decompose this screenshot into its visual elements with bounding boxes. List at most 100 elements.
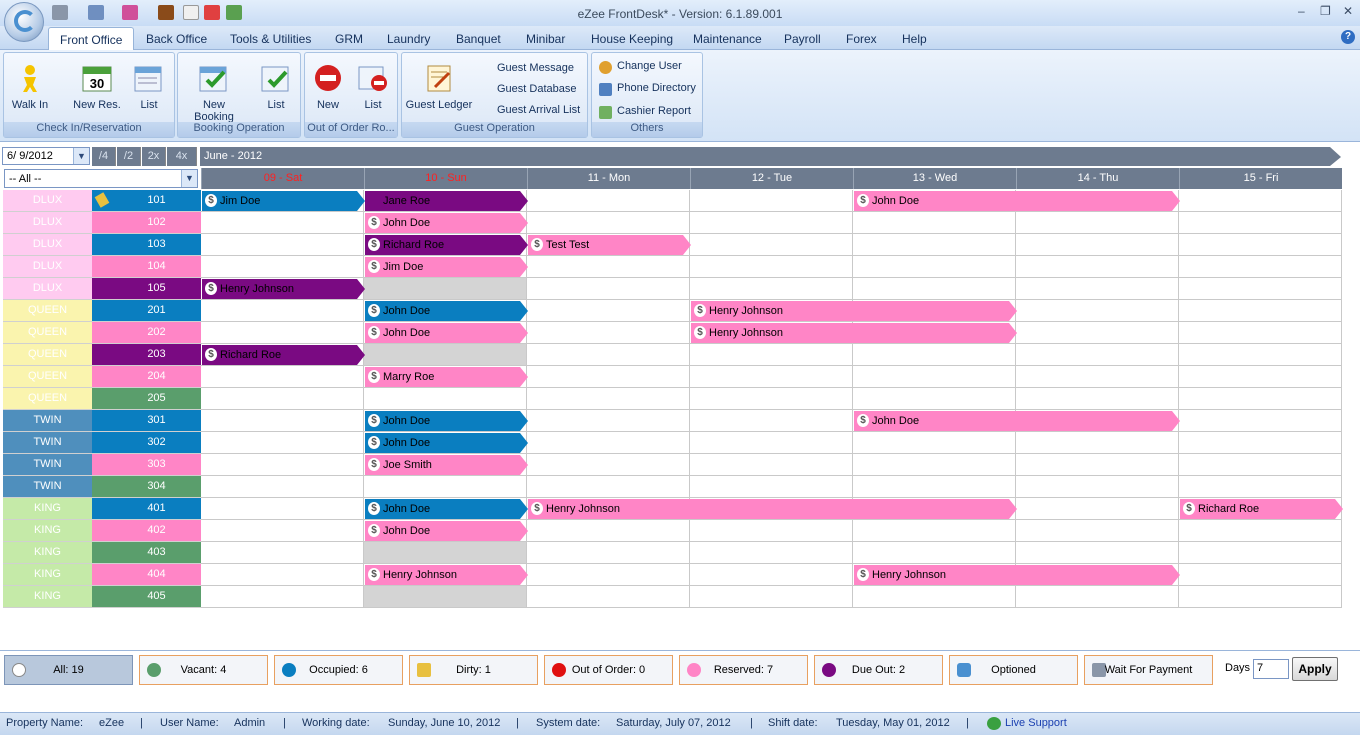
zoom-quadruple-button[interactable]: 4x	[167, 147, 197, 166]
booking-list-button[interactable]: List	[258, 57, 294, 111]
calendar-cell[interactable]	[690, 256, 853, 278]
room-number-cell[interactable]: 202	[112, 322, 201, 344]
calendar-cell[interactable]	[527, 432, 690, 454]
calendar-cell[interactable]	[201, 410, 364, 432]
room-number-cell[interactable]: 204	[112, 366, 201, 388]
calendar-cell[interactable]	[853, 476, 1016, 498]
calendar-cell[interactable]	[527, 454, 690, 476]
guest-database-button[interactable]: Guest Database	[497, 83, 577, 95]
booking-bar[interactable]: $ John Doe	[365, 213, 528, 233]
calendar-cell[interactable]	[201, 520, 364, 542]
calendar-cell[interactable]	[1016, 432, 1179, 454]
chevron-down-icon[interactable]: ▼	[181, 170, 197, 187]
room-number-cell[interactable]: 302	[112, 432, 201, 454]
calendar-cell[interactable]	[201, 564, 364, 586]
calendar-cell[interactable]	[1179, 344, 1342, 366]
room-number-cell[interactable]: 101	[112, 190, 201, 212]
room-number-cell[interactable]: 103	[112, 234, 201, 256]
calendar-cell[interactable]	[1016, 278, 1179, 300]
calendar-cell[interactable]	[853, 542, 1016, 564]
calendar-cell[interactable]	[527, 542, 690, 564]
legend-wait-for-payment[interactable]: Wait For Payment	[1084, 655, 1213, 685]
calendar-cell[interactable]	[853, 388, 1016, 410]
guest-ledger-button[interactable]: Guest Ledger	[404, 57, 474, 111]
reservation-list-button[interactable]: List	[132, 57, 166, 111]
calendar-cell[interactable]	[201, 476, 364, 498]
calendar-cell[interactable]	[1016, 542, 1179, 564]
booking-bar[interactable]: $ Henry Johnson	[691, 323, 1017, 343]
booking-bar[interactable]: $ Test Test	[528, 235, 691, 255]
room-type-filter[interactable]: -- All -- ▼	[4, 169, 198, 188]
calendar-cell[interactable]	[201, 586, 364, 608]
calendar-cell[interactable]	[201, 234, 364, 256]
calendar-cell[interactable]	[690, 190, 853, 212]
guest-message-button[interactable]: Guest Message	[497, 62, 574, 74]
calendar-cell[interactable]	[527, 322, 690, 344]
calendar-cell[interactable]	[1179, 366, 1342, 388]
calendar-cell[interactable]	[853, 278, 1016, 300]
minimize-icon[interactable]: –	[1298, 4, 1305, 18]
calendar-cell[interactable]	[1016, 344, 1179, 366]
cashier-report-button[interactable]: Cashier Report	[617, 105, 691, 117]
booking-bar[interactable]: $ John Doe	[854, 411, 1180, 431]
calendar-cell[interactable]	[364, 542, 527, 564]
calendar-cell[interactable]	[853, 212, 1016, 234]
walk-in-button[interactable]: Walk In	[8, 57, 52, 111]
calendar-cell[interactable]	[1179, 564, 1342, 586]
guest-arrival-list-button[interactable]: Guest Arrival List	[497, 104, 580, 116]
live-support-link[interactable]: Live Support	[1005, 717, 1067, 729]
calendar-cell[interactable]	[1179, 520, 1342, 542]
room-number-cell[interactable]: 102	[112, 212, 201, 234]
booking-bar[interactable]: $ Jim Doe	[365, 257, 528, 277]
calendar-cell[interactable]	[690, 432, 853, 454]
booking-bar[interactable]: $ Henry Johnson	[202, 279, 365, 299]
calendar-cell[interactable]	[201, 454, 364, 476]
calendar-cell[interactable]	[690, 278, 853, 300]
tab-laundry[interactable]: Laundry	[387, 32, 430, 46]
calendar-cell[interactable]	[364, 278, 527, 300]
calendar-cell[interactable]	[1016, 256, 1179, 278]
new-booking-button[interactable]: New Booking	[182, 57, 246, 123]
booking-bar[interactable]: $ Richard Roe	[1180, 499, 1343, 519]
zoom-half-button[interactable]: /2	[117, 147, 141, 166]
calendar-cell[interactable]	[527, 388, 690, 410]
calendar-cell[interactable]	[1179, 212, 1342, 234]
out-of-order-new-button[interactable]: New	[309, 57, 347, 111]
booking-bar[interactable]: $ John Doe	[365, 301, 528, 321]
calendar-cell[interactable]	[853, 454, 1016, 476]
calendar-cell[interactable]	[853, 256, 1016, 278]
booking-bar[interactable]: $ John Doe	[365, 521, 528, 541]
calendar-cell[interactable]	[853, 366, 1016, 388]
tab-front-office[interactable]: Front Office	[48, 27, 135, 51]
calendar-cell[interactable]	[527, 366, 690, 388]
tab-tools-utilities[interactable]: Tools & Utilities	[230, 32, 311, 46]
calendar-cell[interactable]	[527, 190, 690, 212]
calendar-cell[interactable]	[1179, 234, 1342, 256]
booking-bar[interactable]: $ Marry Roe	[365, 367, 528, 387]
calendar-cell[interactable]	[1016, 234, 1179, 256]
booking-bar[interactable]: $ John Doe	[365, 499, 528, 519]
calendar-cell[interactable]	[1016, 520, 1179, 542]
apply-button[interactable]: Apply	[1292, 657, 1338, 681]
help-icon[interactable]: ?	[1341, 30, 1355, 44]
calendar-cell[interactable]	[1179, 278, 1342, 300]
calendar-cell[interactable]	[527, 300, 690, 322]
calendar-cell[interactable]	[1016, 586, 1179, 608]
tab-forex[interactable]: Forex	[846, 32, 877, 46]
calendar-cell[interactable]	[1016, 476, 1179, 498]
calendar-cell[interactable]	[201, 322, 364, 344]
calendar-cell[interactable]	[364, 344, 527, 366]
phone-directory-button[interactable]: Phone Directory	[617, 82, 696, 94]
calendar-cell[interactable]	[1179, 542, 1342, 564]
calendar-cell[interactable]	[201, 498, 364, 520]
days-stepper[interactable]: 7	[1253, 659, 1289, 679]
calendar-cell[interactable]	[201, 366, 364, 388]
booking-bar[interactable]: $ John Doe	[365, 411, 528, 431]
calendar-cell[interactable]	[690, 542, 853, 564]
tab-grm[interactable]: GRM	[335, 32, 363, 46]
calendar-cell[interactable]	[527, 410, 690, 432]
calendar-cell[interactable]	[1179, 410, 1342, 432]
booking-bar[interactable]: $ Richard Roe	[202, 345, 365, 365]
calendar-cell[interactable]	[527, 564, 690, 586]
tab-payroll[interactable]: Payroll	[784, 32, 821, 46]
